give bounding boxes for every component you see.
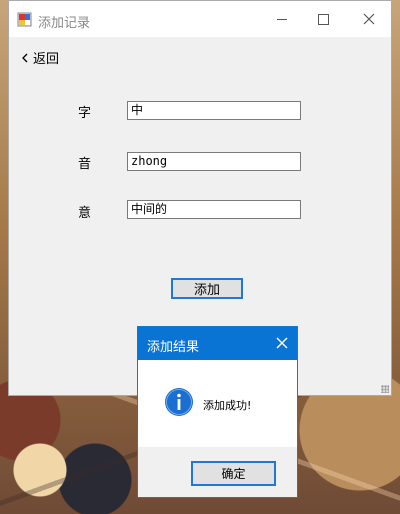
- pinyin-input[interactable]: zhong: [127, 152, 301, 171]
- back-label: 返回: [33, 52, 60, 67]
- dialog-footer: 确定: [138, 447, 297, 497]
- meaning-input[interactable]: 中间的: [127, 200, 301, 219]
- maximize-icon: [317, 13, 329, 25]
- result-dialog: 添加结果 添加成功! 确定: [137, 326, 298, 498]
- info-icon: [165, 388, 193, 416]
- title-bar: 添加记录: [9, 1, 391, 37]
- meaning-label: 意: [78, 206, 92, 221]
- close-button[interactable]: [346, 1, 392, 37]
- dialog-title-bar: 添加结果: [138, 327, 297, 360]
- back-chevron-icon: [22, 53, 28, 62]
- char-label: 字: [78, 106, 92, 121]
- minimize-button[interactable]: [259, 1, 305, 37]
- dialog-message: 添加成功!: [203, 399, 252, 412]
- add-button[interactable]: 添加: [171, 278, 243, 299]
- dialog-close-icon[interactable]: [273, 334, 291, 352]
- close-icon: [363, 13, 375, 25]
- window-title: 添加记录: [38, 16, 91, 31]
- maximize-button[interactable]: [300, 1, 346, 37]
- ok-button[interactable]: 确定: [191, 461, 276, 486]
- char-input[interactable]: 中: [127, 101, 301, 120]
- dialog-title: 添加结果: [147, 340, 200, 355]
- resize-grip-icon[interactable]: [381, 385, 389, 393]
- app-icon: [17, 12, 32, 27]
- pinyin-label: 音: [78, 157, 92, 172]
- minimize-icon: [277, 18, 287, 20]
- back-button[interactable]: 返回: [21, 48, 59, 67]
